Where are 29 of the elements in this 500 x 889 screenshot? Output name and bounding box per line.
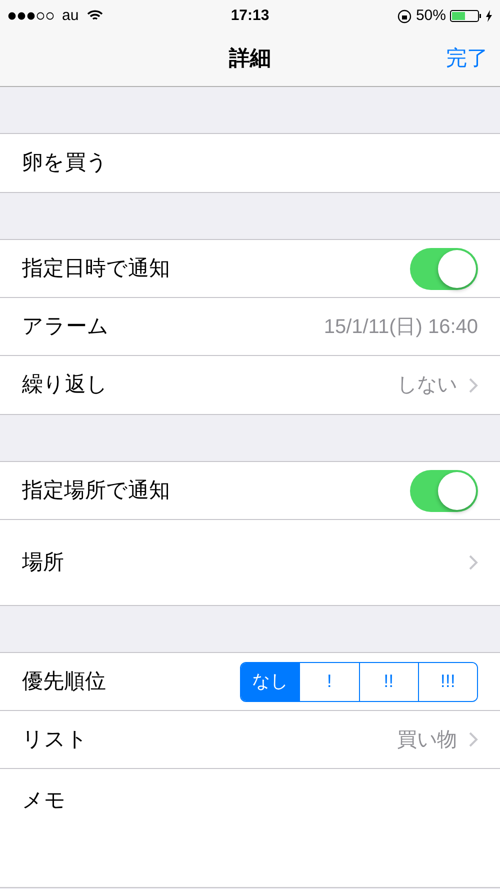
- priority-segment[interactable]: なし: [241, 662, 300, 700]
- alarm-value: 15/1/11(日) 16:40: [324, 314, 478, 340]
- signal-icon: [8, 12, 54, 20]
- wifi-icon: [86, 10, 103, 22]
- row-label: 優先順位: [22, 668, 107, 695]
- row-label: 卵を買う: [22, 150, 109, 176]
- row-label: メモ: [22, 788, 67, 814]
- clock-time: 17:13: [230, 6, 270, 26]
- row-label: 繰り返し: [22, 372, 109, 398]
- chevron-icon: [469, 732, 478, 747]
- nav-title: 詳細: [229, 46, 271, 72]
- chevron-icon: [469, 555, 478, 570]
- battery-icon: [450, 9, 482, 23]
- rotation-lock-icon: [396, 8, 412, 24]
- row-value: 買い物: [397, 728, 457, 752]
- row-value: しない: [397, 373, 457, 398]
- row-label: リスト: [22, 726, 89, 753]
- toggle-switch[interactable]: [410, 470, 478, 512]
- row-label: 指定日時で通知: [22, 256, 171, 282]
- priority-segment[interactable]: !!!: [418, 662, 477, 700]
- done-button[interactable]: 完了: [446, 43, 488, 75]
- carrier-name: au: [62, 6, 79, 26]
- row-label: 指定場所で通知: [22, 478, 171, 504]
- charging-icon: [486, 10, 492, 22]
- row-label: アラーム: [22, 314, 110, 340]
- chevron-icon: [469, 378, 478, 392]
- row-label: 場所: [22, 550, 65, 576]
- toggle-switch[interactable]: [410, 248, 478, 290]
- battery-percent: 50%: [416, 6, 446, 26]
